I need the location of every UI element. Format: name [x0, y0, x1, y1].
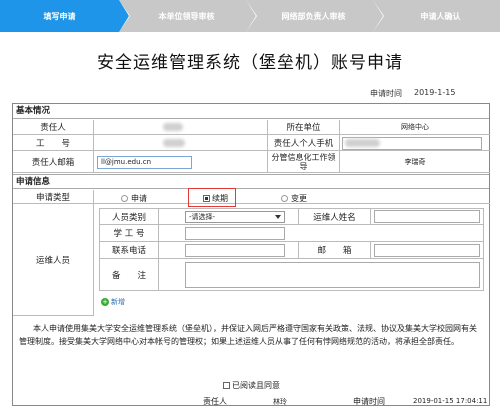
footer-responsible-value: 林玲 [273, 398, 287, 406]
phone-input[interactable] [185, 244, 285, 257]
radio-icon [121, 195, 128, 202]
mobile-label: 责任人个人手机 [268, 135, 340, 151]
plus-icon: + [101, 298, 109, 306]
agree-checkbox[interactable]: 已阅读且同意 [223, 380, 280, 391]
step-label: 网络部负责人审核 [281, 11, 346, 21]
footer-responsible-label: 责任人 [203, 397, 227, 406]
ops-name-label: 运维人姓名 [299, 208, 371, 225]
section-basic: 基本情况 [13, 104, 489, 119]
option-change[interactable]: 变更 [281, 193, 307, 204]
radio-icon [281, 195, 288, 202]
mail-label: 邮 箱 [299, 242, 371, 259]
notice-text: 本人申请使用集美大学安全运维管理系统（堡垒机），并保证入网后严格遵守国家有关政策… [19, 324, 477, 346]
apply-time-label: 申请时间 [370, 89, 402, 98]
staff-type-select[interactable]: -请选择- [185, 211, 285, 223]
phone-label: 联系电话 [99, 242, 159, 259]
chevron-down-icon [275, 215, 281, 219]
progress-steps: 填写申请 本单位领导审核 网络部负责人审核 申请人确认 [0, 0, 500, 32]
redacted-mobile [345, 139, 380, 147]
type-label: 申请类型 [13, 190, 94, 204]
option-renew[interactable]: 续期 [203, 193, 228, 204]
step-label: 申请人确认 [420, 11, 461, 21]
staff-type-label: 人员类别 [99, 208, 159, 225]
step-network-head-review: 网络部负责人审核 [246, 0, 383, 32]
step-unit-leader-review: 本单位领导审核 [119, 0, 256, 32]
student-id-input[interactable] [185, 227, 285, 240]
remark-label: 备 注 [99, 259, 159, 291]
remark-textarea[interactable] [185, 262, 480, 288]
option-apply[interactable]: 申请 [121, 193, 147, 204]
checkbox-icon [223, 382, 230, 389]
page-title: 安全运维管理系统（堡垒机）账号申请 [97, 53, 403, 73]
leader-value: 李瑞奇 [340, 151, 490, 173]
step-applicant-confirm: 申请人确认 [373, 0, 500, 32]
responsible-label: 责任人 [13, 120, 94, 135]
step-label: 本单位领导审核 [158, 11, 215, 21]
add-staff-button[interactable]: + 新增 [101, 297, 125, 307]
redacted-id [163, 139, 185, 147]
selected-radio-icon [203, 195, 210, 202]
student-id-label: 学 工 号 [99, 225, 159, 242]
step-label: 填写申请 [43, 11, 76, 21]
application-page: 填写申请 本单位领导审核 网络部负责人审核 申请人确认 安全运维管理系统（堡垒机… [0, 0, 500, 412]
unit-label: 所在单位 [268, 120, 340, 135]
email-input[interactable]: ll@jmu.edu.cn [97, 156, 192, 169]
apply-time-value: 2019-1-15 [414, 88, 456, 97]
redacted-name [163, 123, 183, 131]
ops-label: 运维人员 [13, 204, 94, 316]
leader-label: 分管信息化工作领导 [268, 151, 340, 173]
step-fill-application: 填写申请 [0, 0, 129, 32]
ops-name-input[interactable] [374, 210, 480, 223]
footer-time-label: 申请时间 [353, 397, 385, 406]
section-apply: 申请信息 [13, 174, 489, 189]
footer-time-value: 2019-01-15 17:04:11 [413, 397, 488, 405]
id-label: 工 号 [13, 135, 94, 151]
unit-value: 网络中心 [340, 120, 490, 135]
application-form: 基本情况 责任人 所在单位 网络中心 工 号 责任人个人手机 责任人邮箱 ll@… [12, 103, 490, 406]
email-label: 责任人邮箱 [13, 151, 94, 173]
mail-input[interactable] [374, 244, 480, 257]
